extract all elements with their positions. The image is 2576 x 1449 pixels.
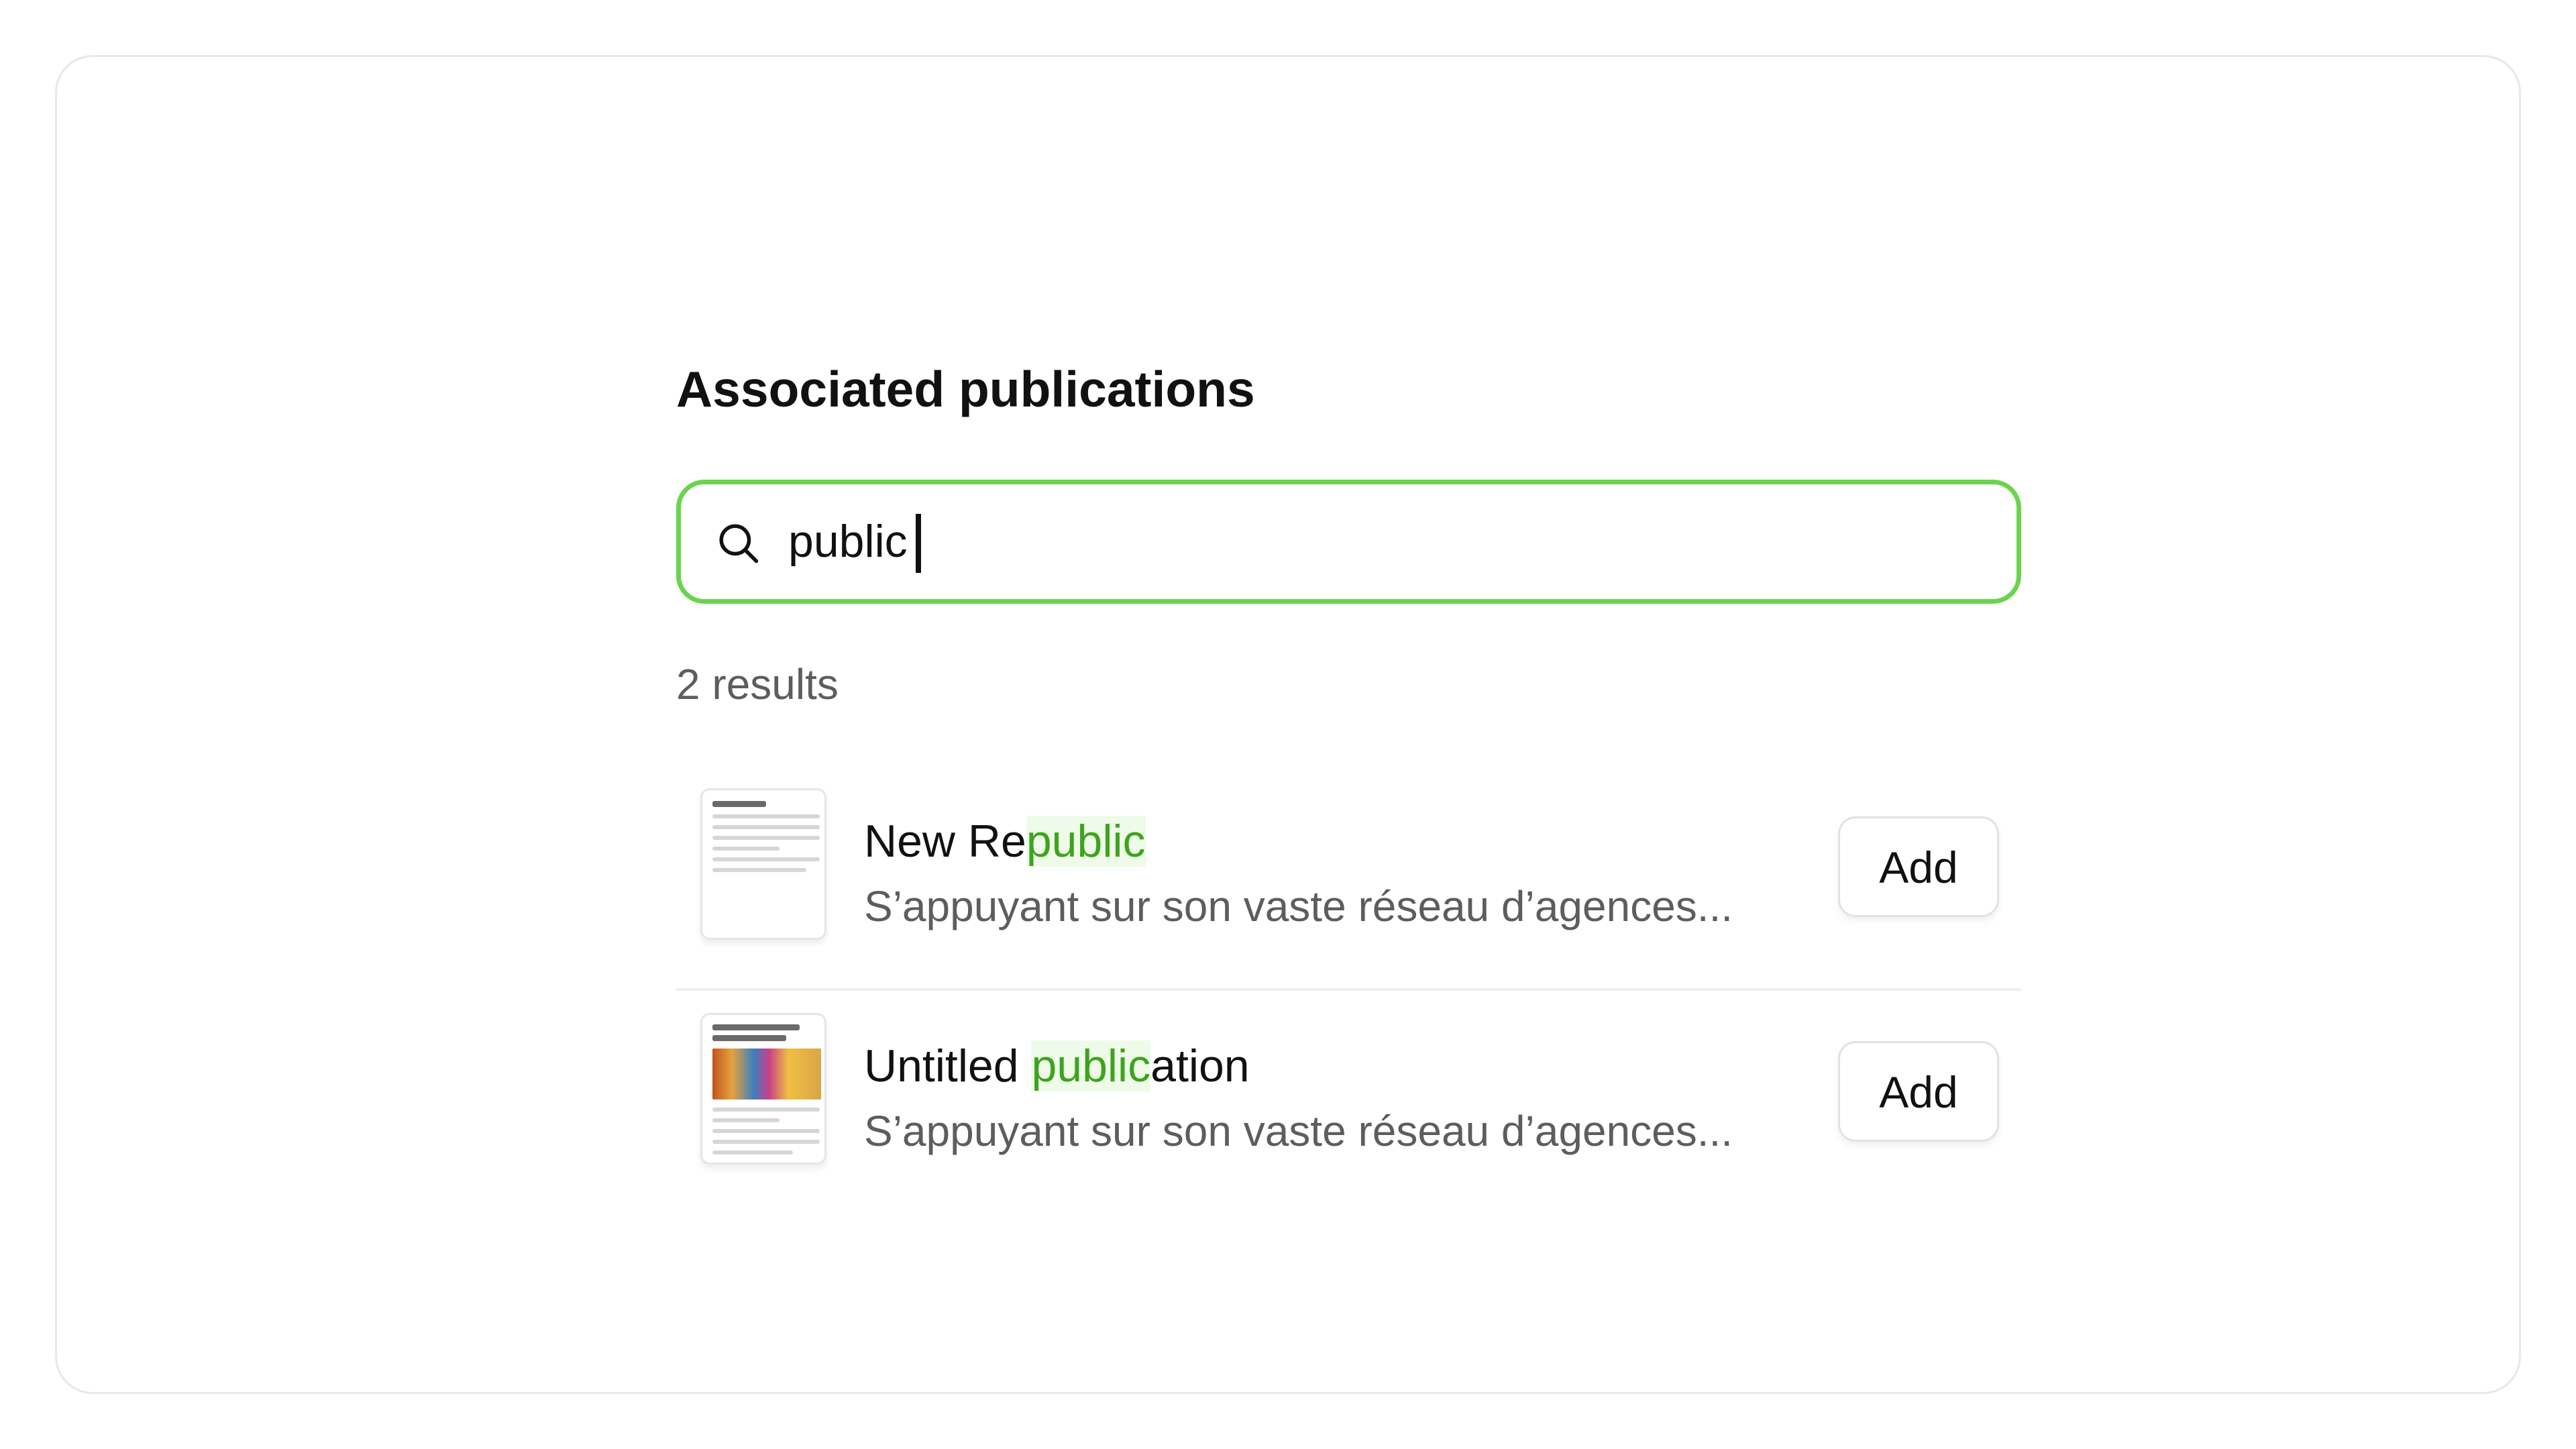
search-icon <box>719 524 759 564</box>
publication-title: New Republic <box>864 816 1146 867</box>
search-input[interactable]: public <box>788 508 908 575</box>
publication-description: S’appuyant sur son vaste réseau d’agence… <box>864 882 1733 930</box>
list-item[interactable]: Untitled publication S’appuyant sur son … <box>676 1013 2021 1208</box>
publication-description: S’appuyant sur son vaste réseau d’agence… <box>864 1107 1733 1155</box>
search-match-highlight: public <box>1031 1040 1151 1091</box>
publication-thumbnail <box>700 788 826 940</box>
publications-card: Associated publications public 2 results… <box>55 55 2521 1394</box>
search-field[interactable]: public <box>676 480 2021 604</box>
publication-thumbnail <box>700 1013 826 1165</box>
text-caret <box>916 514 921 573</box>
thumbnail-photo <box>712 1049 821 1099</box>
publication-title: Untitled publication <box>864 1040 1250 1091</box>
section-title: Associated publications <box>676 361 1255 417</box>
search-match-highlight: public <box>1026 816 1146 867</box>
add-button[interactable]: Add <box>1838 816 1999 917</box>
divider <box>676 988 2021 991</box>
add-button[interactable]: Add <box>1838 1041 1999 1142</box>
result-count: 2 results <box>676 660 839 708</box>
list-item[interactable]: New Republic S’appuyant sur son vaste ré… <box>676 788 2021 983</box>
